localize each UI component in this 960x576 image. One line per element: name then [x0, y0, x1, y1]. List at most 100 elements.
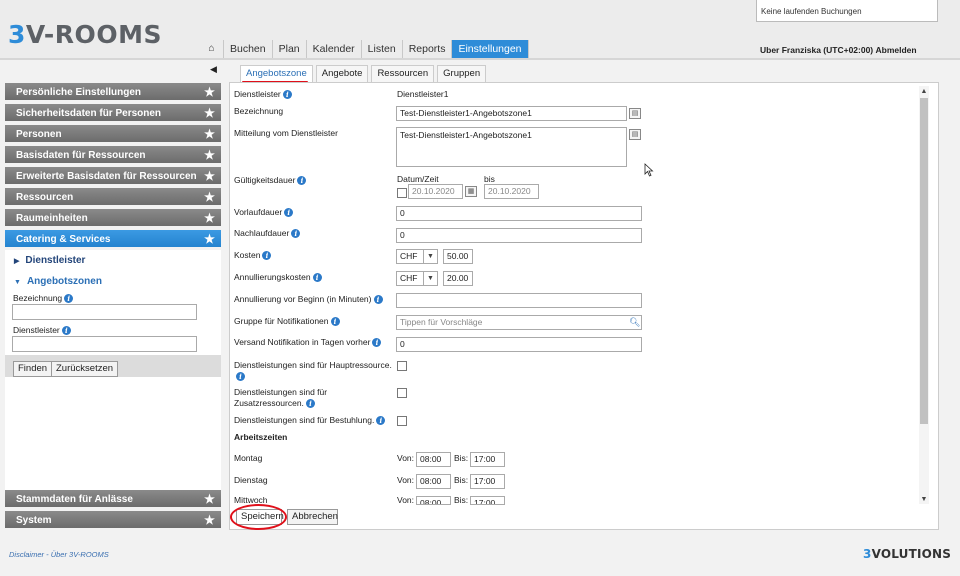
sidebar-section-erweiterte-basisdaten[interactable]: Erweiterte Basisdaten für Ressourcen ★ [5, 167, 221, 186]
sidebar-section-ressourcen[interactable]: Ressourcen ★ [5, 188, 221, 207]
info-icon[interactable]: i [262, 251, 272, 261]
star-icon[interactable]: ★ [203, 493, 216, 506]
dienstag-to-input[interactable]: 17:00 [470, 474, 505, 489]
nav-kalender[interactable]: Kalender [306, 40, 362, 58]
tab-gruppen[interactable]: Gruppen [437, 65, 487, 82]
sidebar-section-stammdaten-anlaesse[interactable]: Stammdaten für Anlässe ★ [5, 490, 221, 509]
info-icon[interactable]: i [284, 208, 294, 218]
logout-link[interactable]: Abmelden [876, 45, 917, 55]
gueltigkeit-checkbox[interactable] [397, 188, 407, 198]
running-bookings-status: Keine laufenden Buchungen [756, 0, 938, 22]
versand-notifikation-input[interactable]: 0 [396, 337, 642, 352]
date-to-input[interactable]: 20.10.2020 [484, 184, 539, 199]
info-icon[interactable]: i [372, 338, 382, 348]
info-icon[interactable]: i [61, 326, 71, 336]
disclaimer-link[interactable]: Disclaimer [9, 550, 44, 559]
collapse-sidebar-icon[interactable]: ◀ [210, 64, 220, 74]
label-bezeichnung: Bezeichnung [234, 106, 284, 116]
star-icon[interactable]: ★ [203, 212, 216, 225]
date-from-input[interactable]: 20.10.2020 [408, 184, 463, 199]
home-icon[interactable]: ⌂ [200, 40, 224, 58]
nav-einstellungen[interactable]: Einstellungen [452, 40, 529, 58]
nav-buchen[interactable]: Buchen [224, 40, 273, 58]
scrollbar-thumb[interactable] [920, 98, 928, 424]
bezeichnung-input[interactable]: Test-Dienstleister1-Angebotszone1 [396, 106, 627, 121]
gruppe-notifikationen-input[interactable]: Tippen für Vorschläge [396, 315, 642, 330]
annullierungskosten-input[interactable]: 20.00 [443, 271, 473, 286]
info-icon[interactable]: i [312, 273, 322, 283]
hauptressource-checkbox[interactable] [397, 361, 407, 371]
cancel-button[interactable]: Abbrechen [287, 509, 338, 525]
star-icon[interactable]: ★ [203, 191, 216, 204]
filter-dienstleister-input[interactable] [12, 336, 197, 352]
translate-book-icon[interactable]: ▤ [629, 129, 641, 140]
montag-to-input[interactable]: 17:00 [470, 452, 505, 467]
app-logo[interactable]: 3V-ROOMS [8, 20, 162, 49]
sidebar-section-personen[interactable]: Personen ★ [5, 125, 221, 144]
von-label: Von: [397, 475, 415, 485]
mittwoch-to-input[interactable]: 17:00 [470, 496, 505, 505]
label-versand-notifikation: Versand Notifikation in Tagen vorher i [234, 337, 382, 348]
label-hauptressource: Dienstleistungen sind für Hauptressource… [234, 360, 392, 382]
info-icon[interactable]: i [376, 416, 386, 426]
scroll-up-icon[interactable]: ▲ [919, 88, 929, 98]
search-icon[interactable]: 🔍︎ [629, 317, 640, 328]
filter-label-dienstleister: Dienstleister i [13, 325, 71, 336]
translate-book-icon[interactable]: ▤ [629, 108, 641, 119]
footer-separator: - [46, 550, 49, 559]
sidebar-section-raumeinheiten[interactable]: Raumeinheiten ★ [5, 209, 221, 228]
mittwoch-from-input[interactable]: 08:00 [416, 496, 451, 505]
info-icon[interactable]: i [305, 399, 315, 409]
info-icon[interactable]: i [282, 90, 292, 100]
star-icon[interactable]: ★ [203, 107, 216, 120]
annullierungskosten-currency-select[interactable]: CHF ▼ [396, 271, 438, 286]
info-icon[interactable]: i [236, 372, 245, 382]
about-link[interactable]: Über 3V-ROOMS [51, 550, 109, 559]
nav-reports[interactable]: Reports [402, 40, 453, 58]
star-icon[interactable]: ★ [203, 149, 216, 162]
vorlaufdauer-input[interactable]: 0 [396, 206, 642, 221]
nav-listen[interactable]: Listen [361, 40, 403, 58]
tab-angebotszone[interactable]: Angebotszone [240, 65, 313, 82]
reset-button[interactable]: Zurücksetzen [51, 361, 119, 377]
find-button[interactable]: Finden [13, 361, 53, 377]
filter-bezeichnung-input[interactable] [12, 304, 197, 320]
kosten-input[interactable]: 50.00 [443, 249, 473, 264]
info-icon[interactable]: i [64, 294, 74, 304]
sidebar-section-catering-services[interactable]: Catering & Services ★ [5, 230, 221, 249]
dienstag-from-input[interactable]: 08:00 [416, 474, 451, 489]
sidebar-section-basisdaten-ressourcen[interactable]: Basisdaten für Ressourcen ★ [5, 146, 221, 165]
label-annullierung-vor-beginn: Annullierung vor Beginn (in Minuten) i [234, 294, 383, 305]
star-icon[interactable]: ★ [203, 86, 216, 99]
montag-from-input[interactable]: 08:00 [416, 452, 451, 467]
day-label-mittwoch: Mittwoch [234, 495, 268, 503]
info-icon[interactable]: i [291, 229, 301, 239]
star-icon[interactable]: ★ [203, 170, 216, 183]
mitteilung-textarea[interactable]: Test-Dienstleister1-Angebotszone1 [396, 127, 627, 167]
sidebar-section-sicherheitsdaten[interactable]: Sicherheitsdaten für Personen ★ [5, 104, 221, 123]
sidebar-section-system[interactable]: System ★ [5, 511, 221, 530]
chevron-down-icon: ▼ [423, 250, 437, 263]
tab-ressourcen[interactable]: Ressourcen [371, 65, 435, 82]
info-icon[interactable]: i [297, 176, 307, 186]
sidebar-item-angebotszonen[interactable]: ▼ Angebotszonen [14, 276, 102, 287]
star-icon[interactable]: ★ [203, 128, 216, 141]
kosten-currency-select[interactable]: CHF ▼ [396, 249, 438, 264]
nachlaufdauer-input[interactable]: 0 [396, 228, 642, 243]
calendar-icon[interactable]: ▦ [465, 186, 477, 197]
sidebar-item-dienstleister[interactable]: ▶ Dienstleister [14, 255, 85, 266]
label-nachlaufdauer: Nachlaufdauer i [234, 228, 301, 239]
zusatzressourcen-checkbox[interactable] [397, 388, 407, 398]
info-icon[interactable]: i [330, 317, 340, 327]
sidebar-section-persoenliche-einstellungen[interactable]: Persönliche Einstellungen ★ [5, 83, 221, 102]
scroll-down-icon[interactable]: ▼ [919, 496, 929, 506]
nav-plan[interactable]: Plan [272, 40, 307, 58]
bestuhlung-checkbox[interactable] [397, 416, 407, 426]
annullierung-vor-beginn-input[interactable] [396, 293, 642, 308]
main-navigation: ⌂ Buchen Plan Kalender Listen Reports Ei… [200, 40, 529, 58]
info-icon[interactable]: i [373, 295, 383, 305]
star-icon[interactable]: ★ [203, 514, 216, 527]
star-icon[interactable]: ★ [203, 233, 216, 246]
von-label: Von: [397, 453, 415, 463]
tab-angebote[interactable]: Angebote [315, 65, 369, 82]
